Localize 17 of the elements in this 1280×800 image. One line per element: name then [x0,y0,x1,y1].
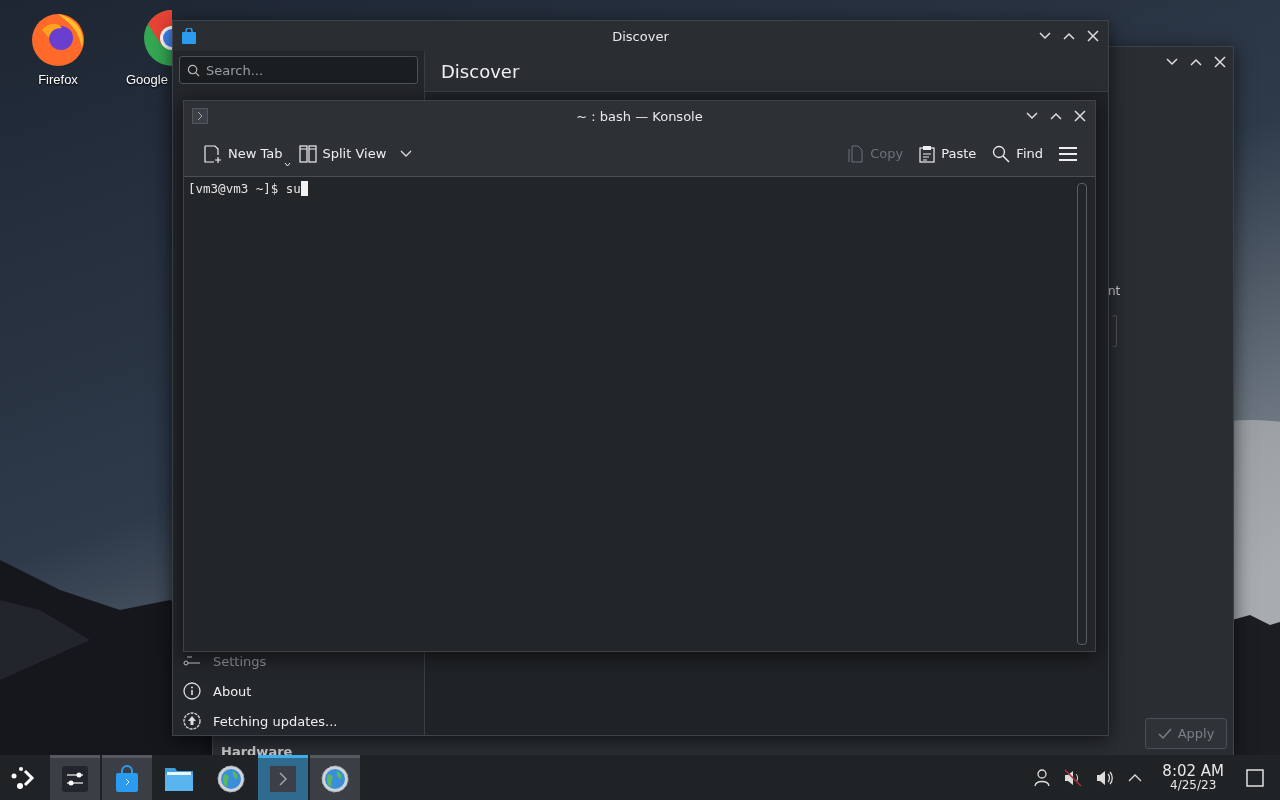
field-label: nt [1108,284,1121,298]
toolbar-button[interactable]: New Tab [198,140,289,167]
toolbar-button[interactable]: Find [986,140,1049,167]
sidebar-item[interactable]: Fetching updates... [179,713,418,729]
desktop-icon-label[interactable]: Google [126,72,168,87]
clock-date[interactable]: 4/25/23 [1170,779,1217,793]
toolbar-button[interactable]: Split View [292,140,393,167]
search-field[interactable]: Search... [179,56,418,84]
terminal-line: [vm3@vm3 ~]$ su [188,180,301,196]
window-title: Discover [612,28,669,44]
window-title: ~ : bash — Konsole [576,108,703,124]
clock-time[interactable]: 8:02 AM [1162,762,1224,780]
sidebar-item[interactable]: About [179,683,418,699]
toolbar-button[interactable]: Paste [913,140,983,167]
desktop-icon-label[interactable]: Firefox [38,72,78,87]
terminal-area[interactable]: [vm3@vm3 ~]$ su [184,177,1095,651]
page-heading: Discover [441,60,520,82]
